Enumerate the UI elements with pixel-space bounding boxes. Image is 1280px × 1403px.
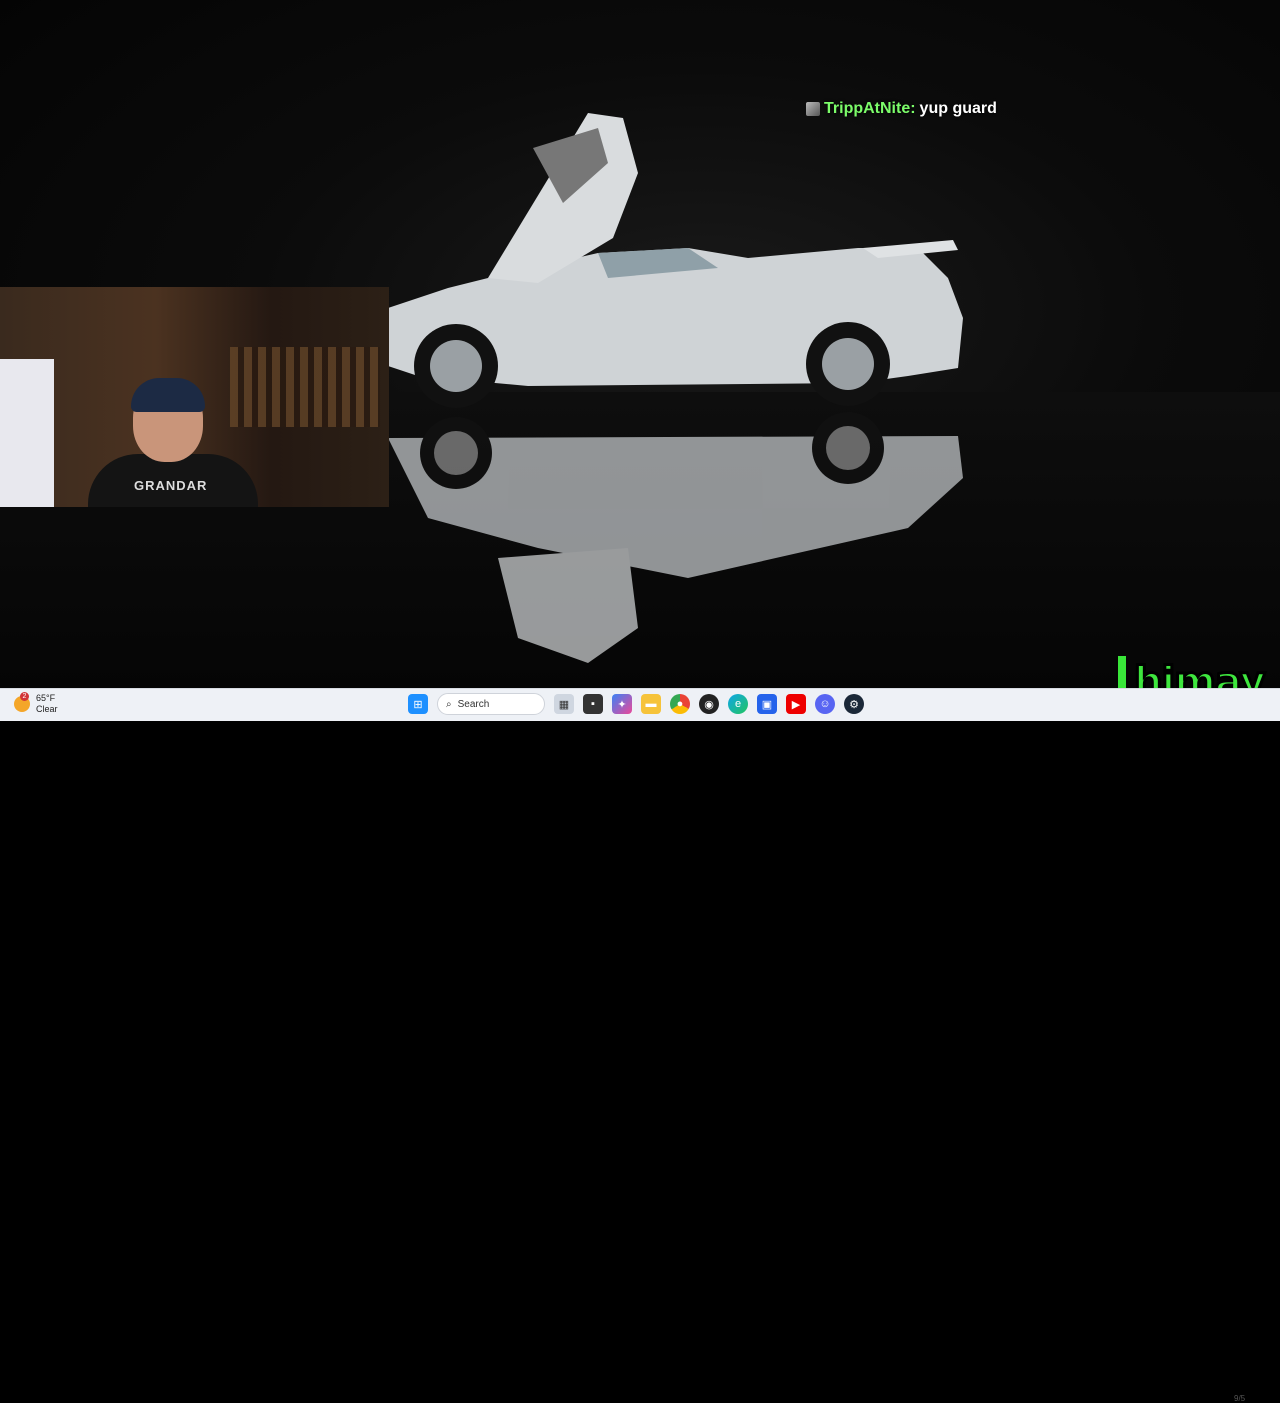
streamer: GRANDAR (88, 378, 268, 507)
search-icon: ⌕ (446, 698, 452, 710)
taskbar-date[interactable]: 9/5 (1234, 1394, 1245, 1403)
search-placeholder: Search (457, 698, 490, 710)
windows-start-icon[interactable]: ⊞ (408, 694, 428, 714)
pc-case (0, 359, 54, 507)
obs-icon[interactable]: ◉ (699, 694, 719, 714)
chat-username: TrippAtNite: (824, 100, 916, 117)
weather-widget[interactable]: 2 65°F Clear (14, 692, 58, 715)
chat-badge-icon (806, 102, 820, 116)
taskbar: 2 65°F Clear ⊞ ⌕ Search ▦ ▪ ✦ ▬ ● ◉ e ▣ … (0, 688, 1280, 1403)
webcam-overlay: GRANDAR (0, 287, 389, 507)
chrome-icon[interactable]: ● (670, 694, 690, 714)
widgets-icon[interactable]: ▦ (554, 694, 574, 714)
weather-temp: 65°F (36, 693, 56, 703)
taskbar-icons: ⊞ ⌕ Search ▦ ▪ ✦ ▬ ● ◉ e ▣ ▶ ☺ ⚙ (408, 693, 864, 715)
edge-icon[interactable]: e (728, 694, 748, 714)
discord-icon[interactable]: ☺ (815, 694, 835, 714)
store-icon[interactable]: ▣ (757, 694, 777, 714)
task-view-icon[interactable]: ▪ (583, 694, 603, 714)
chat-message: TrippAtNite: yup guard (806, 100, 997, 118)
cap (131, 378, 205, 412)
search-input[interactable]: ⌕ Search (437, 693, 545, 715)
weather-alert-badge: 2 (20, 692, 29, 701)
shirt-print: GRANDAR (134, 478, 208, 493)
damaged-car-image (388, 113, 963, 663)
copilot-icon[interactable]: ✦ (612, 694, 632, 714)
steam-icon[interactable]: ⚙ (844, 694, 864, 714)
youtube-icon[interactable]: ▶ (786, 694, 806, 714)
weather-condition: Clear (36, 704, 58, 714)
chat-text: yup guard (919, 100, 997, 117)
file-explorer-icon[interactable]: ▬ (641, 694, 661, 714)
sun-icon: 2 (14, 692, 30, 712)
